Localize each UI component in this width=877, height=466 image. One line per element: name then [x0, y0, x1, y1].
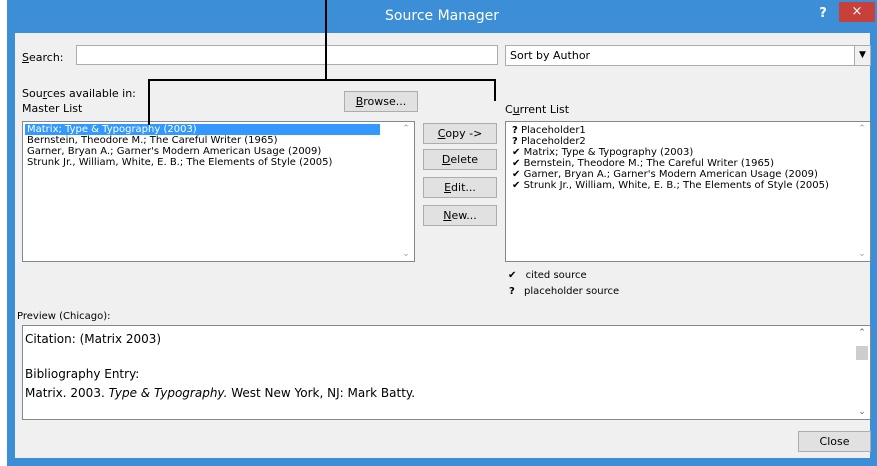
placeholder-icon: ?: [512, 136, 518, 147]
sort-dropdown[interactable]: Sort by Author ▼: [505, 45, 871, 66]
citation-text: Citation: (Matrix 2003): [25, 332, 162, 346]
title-bar[interactable]: Source Manager ? ×: [7, 0, 877, 32]
master-list-item-1[interactable]: Bernstein, Theodore M.; The Careful Writ…: [25, 135, 278, 146]
master-list-box[interactable]: Matrix; Type & Typography (2003) Bernste…: [22, 121, 415, 262]
new-button[interactable]: New...: [423, 205, 497, 226]
chevron-down-icon[interactable]: ⌄: [854, 407, 870, 417]
scroll-thumb[interactable]: [856, 346, 868, 360]
check-icon: ✔: [512, 169, 521, 180]
check-icon: ✔: [512, 180, 521, 191]
source-manager-window: Source Manager ? × Search: Sort by Autho…: [7, 0, 877, 466]
master-list-label: Master List: [22, 102, 83, 115]
current-list-item-3[interactable]: ✔ Bernstein, Theodore M.; The Careful Wr…: [512, 158, 774, 169]
copy-button[interactable]: Copy ->: [423, 123, 497, 144]
bibliography-heading: Bibliography Entry:: [25, 367, 140, 381]
callout-line-left: [148, 79, 150, 125]
dialog-client-area: Search: Sort by Author ▼ Sources availab…: [15, 33, 871, 458]
check-icon: ✔: [512, 147, 521, 158]
current-list-box[interactable]: ? Placeholder1 ? Placeholder2 ✔ Matrix; …: [505, 121, 871, 262]
edit-button[interactable]: Edit...: [423, 177, 497, 198]
bibliography-entry: Matrix. 2003. Type & Typography. West Ne…: [25, 386, 416, 400]
close-button[interactable]: Close: [798, 431, 871, 452]
master-list-item-3[interactable]: Strunk Jr., William, White, E. B.; The E…: [25, 157, 332, 168]
callout-line-right: [494, 79, 496, 101]
legend-placeholder: ? placeholder source: [509, 286, 620, 297]
current-list-item-0[interactable]: ? Placeholder1: [512, 125, 586, 136]
chevron-down-icon[interactable]: ▼: [854, 46, 870, 65]
preview-scrollbar[interactable]: ⌃ ⌄: [854, 326, 870, 419]
check-icon: ✔: [512, 158, 521, 169]
delete-button[interactable]: Delete: [423, 149, 497, 170]
chevron-down-icon[interactable]: ⌄: [398, 249, 414, 259]
callout-line-horizontal: [148, 79, 495, 81]
placeholder-icon: ?: [509, 286, 515, 297]
chevron-up-icon[interactable]: ⌃: [854, 328, 870, 338]
preview-label: Preview (Chicago):: [17, 311, 111, 322]
browse-button[interactable]: Browse...: [344, 91, 418, 112]
help-button[interactable]: ?: [815, 6, 831, 22]
preview-box: Citation: (Matrix 2003) Bibliography Ent…: [22, 325, 871, 420]
check-icon: ✔: [508, 270, 517, 281]
callout-line-vertical: [325, 0, 327, 80]
search-label: Search:: [22, 51, 64, 64]
master-list-item-0[interactable]: Matrix; Type & Typography (2003): [25, 124, 380, 135]
legend-cited: ✔ cited source: [508, 270, 587, 281]
current-list-item-4[interactable]: ✔ Garner, Bryan A.; Garner's Modern Amer…: [512, 169, 818, 180]
chevron-down-icon[interactable]: ⌄: [854, 249, 870, 259]
window-title: Source Manager: [385, 8, 499, 24]
sort-selected-value: Sort by Author: [510, 49, 591, 62]
current-list-item-2[interactable]: ✔ Matrix; Type & Typography (2003): [512, 147, 693, 158]
master-list-scrollbar[interactable]: ⌃ ⌄: [398, 122, 414, 261]
current-list-item-5[interactable]: ✔ Strunk Jr., William, White, E. B.; The…: [512, 180, 829, 191]
placeholder-icon: ?: [512, 125, 518, 136]
sources-available-label: Sources available in:: [22, 87, 136, 100]
current-list-item-1[interactable]: ? Placeholder2: [512, 136, 586, 147]
master-list-item-2[interactable]: Garner, Bryan A.; Garner's Modern Americ…: [25, 146, 321, 157]
current-list-label: Current List: [505, 103, 570, 116]
chevron-up-icon[interactable]: ⌃: [854, 124, 870, 134]
close-window-button[interactable]: ×: [839, 2, 875, 22]
current-list-scrollbar[interactable]: ⌃ ⌄: [854, 122, 870, 261]
search-input[interactable]: [76, 45, 498, 65]
chevron-up-icon[interactable]: ⌃: [398, 124, 414, 134]
